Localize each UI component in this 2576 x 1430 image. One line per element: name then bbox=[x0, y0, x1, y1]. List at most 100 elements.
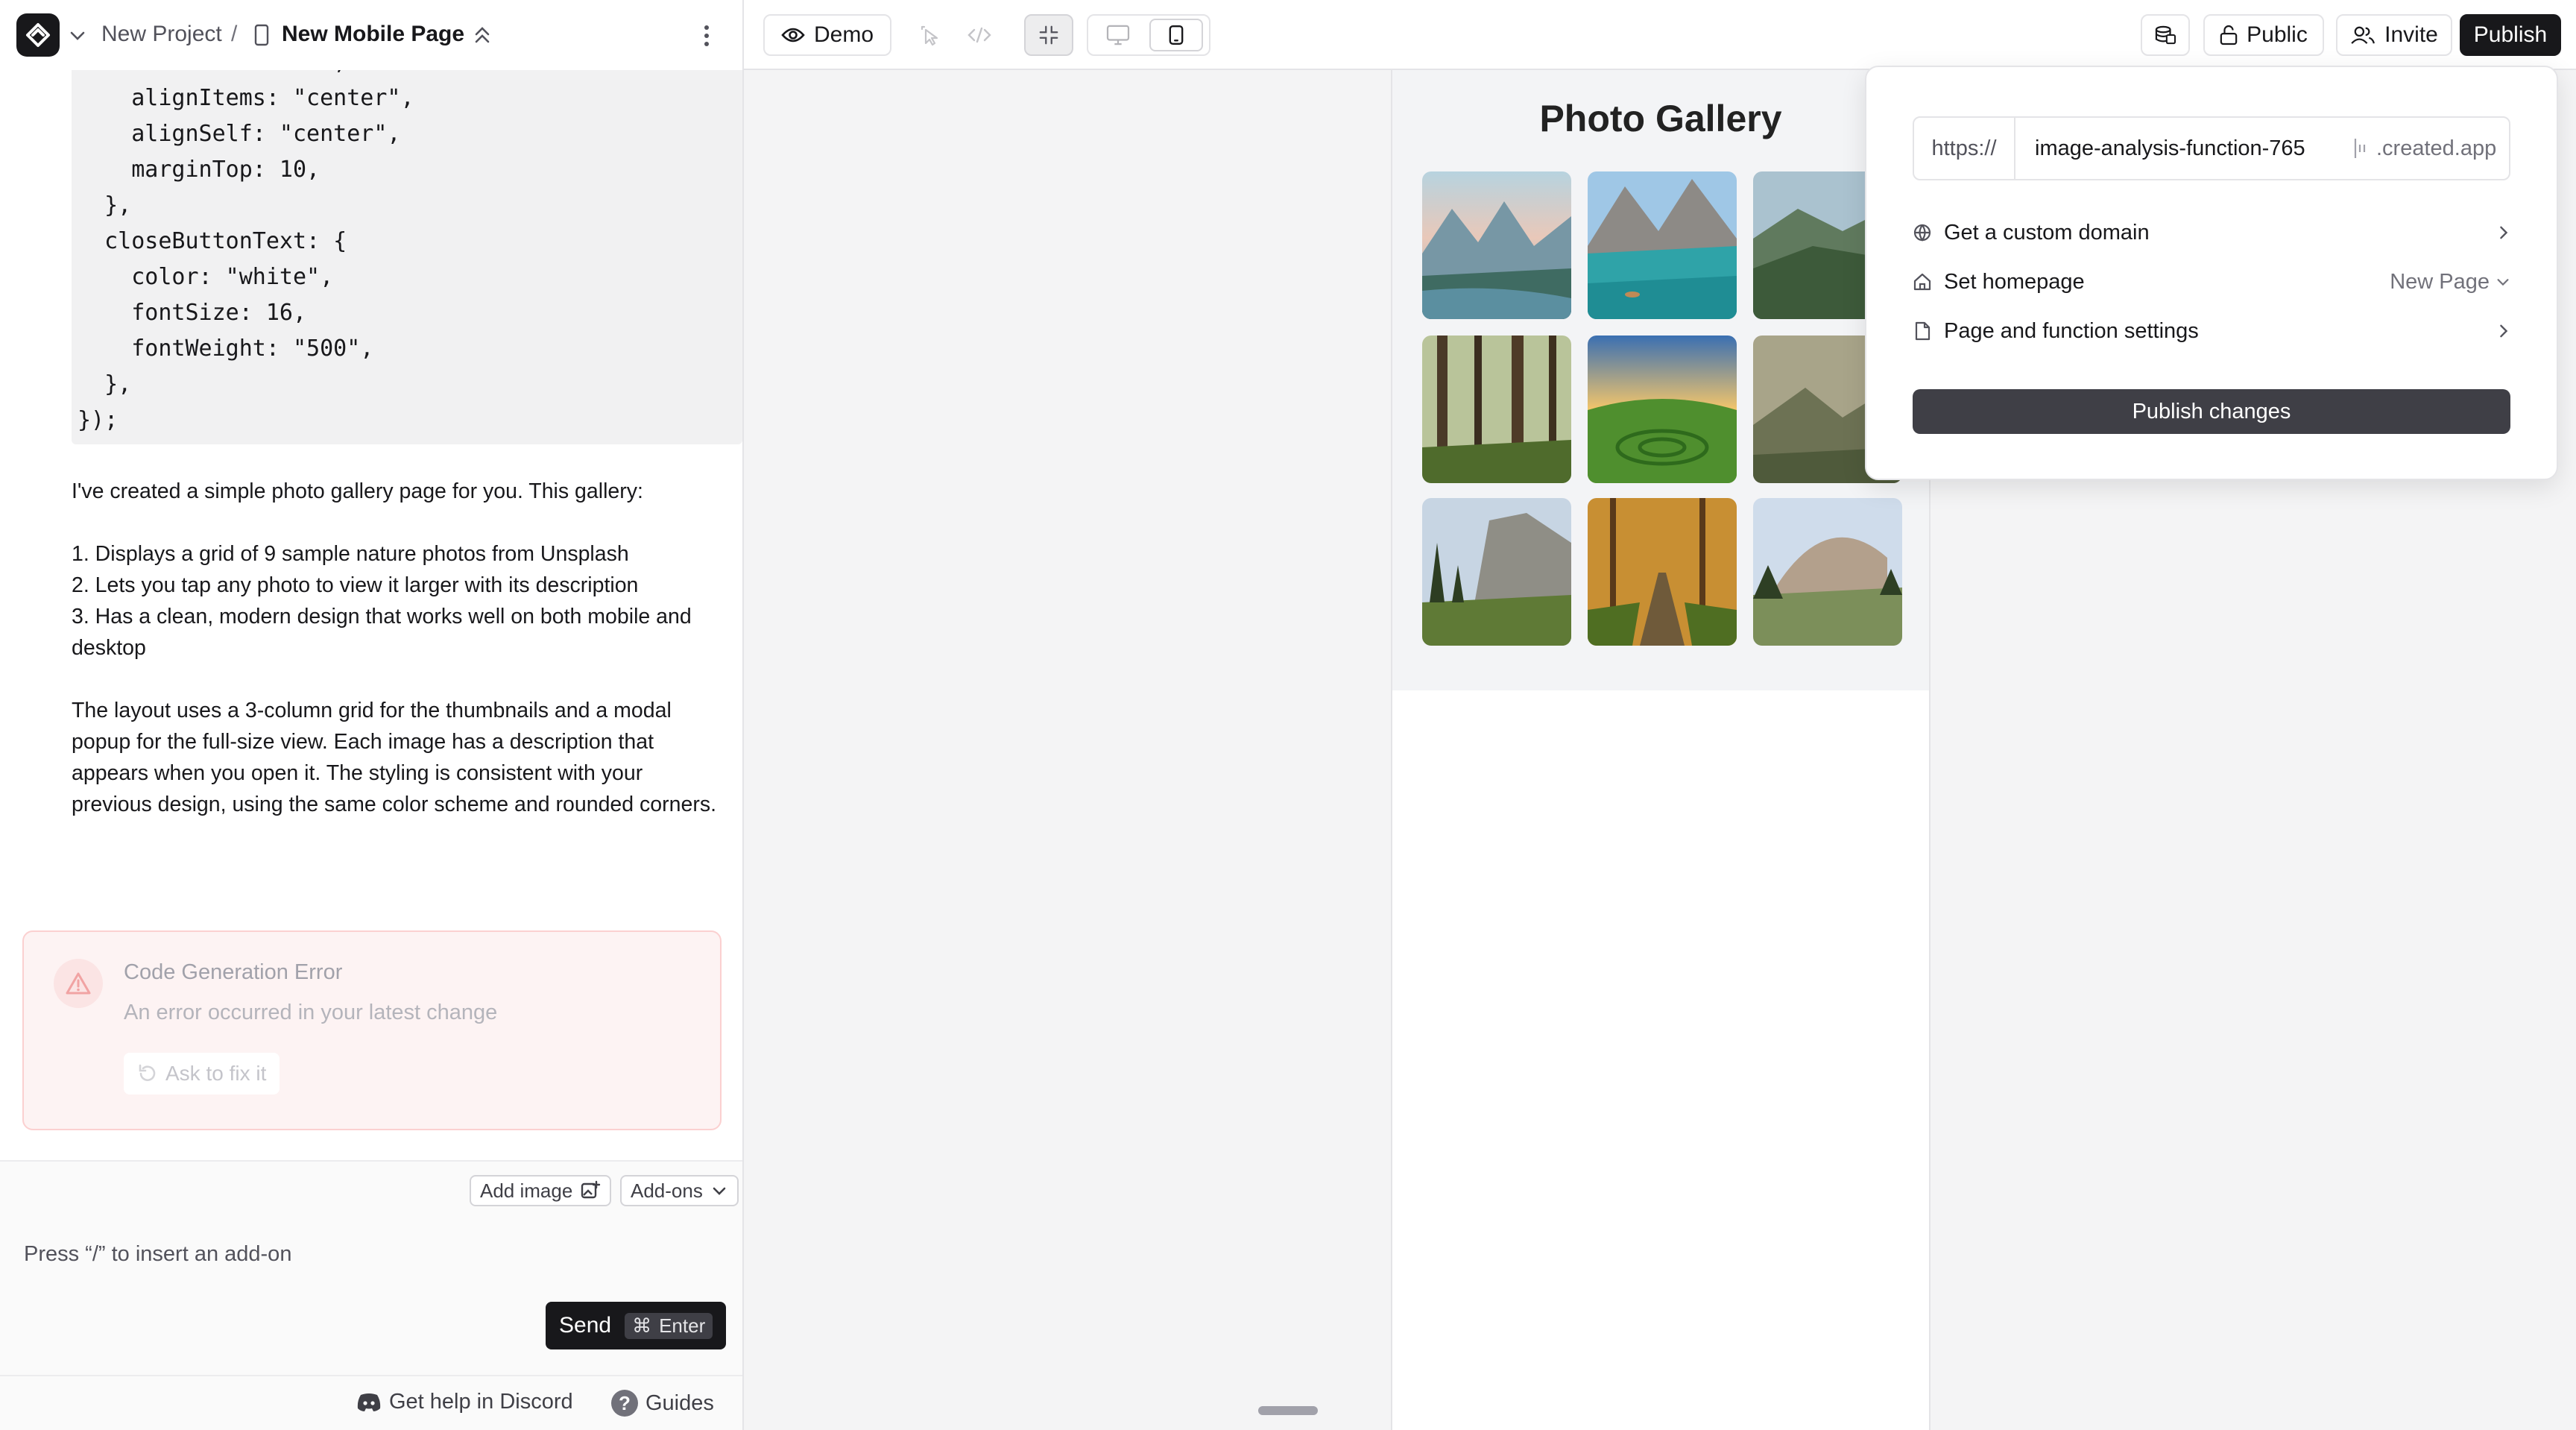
code-line: marginTop: 10, bbox=[78, 157, 321, 183]
app-logo-icon[interactable] bbox=[16, 13, 60, 57]
code-line: fontSize: 16, bbox=[78, 300, 307, 326]
addons-dropdown[interactable]: Add-ons bbox=[620, 1175, 739, 1206]
half-dome-icon[interactable] bbox=[1753, 498, 1902, 646]
footer: Get help in Discord ? Guides bbox=[0, 1375, 742, 1430]
assistant-message-outro: The layout uses a 3-column grid for the … bbox=[72, 699, 716, 816]
resize-handle[interactable] bbox=[1258, 1406, 1318, 1415]
url-field: https:// image-analysis-function-765 .cr… bbox=[1913, 116, 2510, 180]
chevrons-up-icon[interactable] bbox=[473, 24, 492, 46]
homepage-label: Set homepage bbox=[1944, 269, 2085, 294]
breadcrumb-separator: / bbox=[231, 22, 238, 46]
error-title: Code Generation Error bbox=[124, 960, 343, 984]
ask-to-fix-button[interactable]: Ask to fix it bbox=[124, 1053, 280, 1094]
chevron-down-icon bbox=[713, 1187, 726, 1195]
code-line: }, bbox=[78, 371, 132, 397]
file-icon bbox=[1915, 321, 1931, 341]
select-element-button[interactable] bbox=[908, 14, 953, 56]
visibility-button[interactable]: Public bbox=[2203, 14, 2324, 56]
granite-cliff-icon[interactable] bbox=[1422, 498, 1571, 646]
mobile-page-icon bbox=[254, 24, 269, 46]
view-code-button[interactable] bbox=[957, 14, 1002, 56]
command-key-icon: ⌘ bbox=[632, 1314, 652, 1337]
discord-label: Get help in Discord bbox=[389, 1390, 573, 1414]
code-line: }, bbox=[78, 192, 132, 218]
code-line: }); bbox=[78, 407, 119, 433]
gallery-title: Photo Gallery bbox=[1539, 98, 1782, 139]
ask-to-fix-label: Ask to fix it bbox=[165, 1062, 267, 1085]
chevron-down-icon[interactable] bbox=[69, 27, 86, 45]
assistant-message-intro: I've created a simple photo gallery page… bbox=[72, 479, 643, 503]
publish-popover: https:// image-analysis-function-765 .cr… bbox=[1865, 66, 2558, 480]
project-header: New Project / New Mobile Page bbox=[0, 0, 742, 70]
publish-label: Publish bbox=[2473, 22, 2548, 47]
guides-link[interactable]: ? Guides bbox=[611, 1390, 714, 1417]
discord-link[interactable]: Get help in Discord bbox=[356, 1390, 573, 1414]
page-settings-row[interactable]: Page and function settings bbox=[1913, 309, 2510, 353]
code-line: borderRadius: 8, bbox=[78, 70, 742, 81]
invite-button[interactable]: Invite bbox=[2336, 14, 2452, 56]
custom-domain-row[interactable]: Get a custom domain bbox=[1913, 210, 2510, 255]
database-button[interactable] bbox=[2141, 14, 2190, 56]
mobile-preview: Photo Gallery bbox=[1391, 70, 1931, 1430]
send-button[interactable]: Send ⌘ Enter bbox=[546, 1302, 726, 1349]
desktop-view-button[interactable] bbox=[1091, 19, 1145, 51]
breadcrumb-project[interactable]: New Project bbox=[101, 19, 222, 49]
code-text: borderRadius: 8, alignItems: "center", a… bbox=[72, 70, 742, 438]
autumn-path-icon[interactable] bbox=[1588, 498, 1737, 646]
chevron-down-icon bbox=[2497, 279, 2509, 286]
code-line: alignItems: "center", bbox=[78, 85, 414, 111]
custom-domain-label: Get a custom domain bbox=[1944, 220, 2150, 245]
preview-toolbar: Demo Public Invite Publish bbox=[744, 0, 2576, 70]
forest-trees-icon[interactable] bbox=[1422, 336, 1571, 483]
warning-icon bbox=[54, 959, 103, 1008]
pointer-select-icon bbox=[921, 25, 938, 46]
send-label: Send bbox=[559, 1313, 612, 1338]
database-icon bbox=[2155, 25, 2176, 45]
page-title[interactable]: New Mobile Page bbox=[282, 19, 464, 49]
code-block: borderRadius: 8, alignItems: "center", a… bbox=[72, 70, 742, 444]
url-suffix: .created.app bbox=[2376, 136, 2497, 160]
page-settings-label: Page and function settings bbox=[1944, 318, 2199, 343]
url-prefix: https:// bbox=[1914, 118, 2015, 179]
enter-key-label: Enter bbox=[659, 1314, 706, 1337]
text-cursor-icon bbox=[2352, 137, 2369, 160]
green-valley-icon[interactable] bbox=[1588, 336, 1737, 483]
turquoise-lake-icon[interactable] bbox=[1588, 171, 1737, 319]
refresh-icon bbox=[139, 1064, 156, 1081]
assistant-message-item-3: 3. Has a clean, modern design that works… bbox=[72, 605, 692, 660]
help-icon: ? bbox=[611, 1390, 638, 1417]
eye-icon bbox=[781, 28, 805, 42]
code-line: closeButtonText: { bbox=[78, 228, 347, 254]
home-icon bbox=[1913, 273, 1931, 291]
code-line: color: "white", bbox=[78, 264, 334, 290]
device-toggle bbox=[1087, 14, 1210, 56]
code-line: fontWeight: "500", bbox=[78, 336, 374, 362]
invite-label: Invite bbox=[2384, 22, 2438, 47]
subdomain-input[interactable]: image-analysis-function-765 bbox=[2015, 136, 2352, 161]
publish-button[interactable]: Publish bbox=[2460, 14, 2561, 56]
collapse-view-button[interactable] bbox=[1024, 14, 1073, 56]
add-image-label: Add image bbox=[480, 1179, 573, 1202]
assistant-message-item-1: 1. Displays a grid of 9 sample nature ph… bbox=[72, 542, 629, 566]
discord-icon bbox=[357, 1393, 381, 1411]
chat-input[interactable]: Press “/” to insert an add-on bbox=[24, 1242, 291, 1267]
users-icon bbox=[2351, 26, 2375, 44]
mobile-icon bbox=[1169, 25, 1184, 45]
publish-changes-button[interactable]: Publish changes bbox=[1913, 389, 2510, 434]
mobile-view-button[interactable] bbox=[1149, 19, 1203, 51]
code-line: alignSelf: "center", bbox=[78, 121, 401, 147]
send-shortcut: ⌘ Enter bbox=[625, 1312, 713, 1339]
add-image-button[interactable]: Add image bbox=[470, 1175, 612, 1206]
chevron-right-icon bbox=[2500, 226, 2508, 239]
demo-label: Demo bbox=[813, 22, 874, 47]
desktop-icon bbox=[1106, 25, 1130, 45]
addons-label: Add-ons bbox=[631, 1179, 703, 1202]
homepage-select[interactable]: New Page bbox=[2390, 270, 2490, 294]
error-description: An error occurred in your latest change bbox=[124, 1001, 498, 1024]
more-vertical-icon[interactable] bbox=[698, 21, 716, 51]
image-add-icon bbox=[581, 1180, 601, 1199]
globe-icon bbox=[1913, 224, 1931, 242]
homepage-row[interactable]: Set homepage New Page bbox=[1913, 259, 2510, 304]
mountain-lake-icon[interactable] bbox=[1422, 171, 1571, 319]
demo-button[interactable]: Demo bbox=[763, 14, 891, 56]
